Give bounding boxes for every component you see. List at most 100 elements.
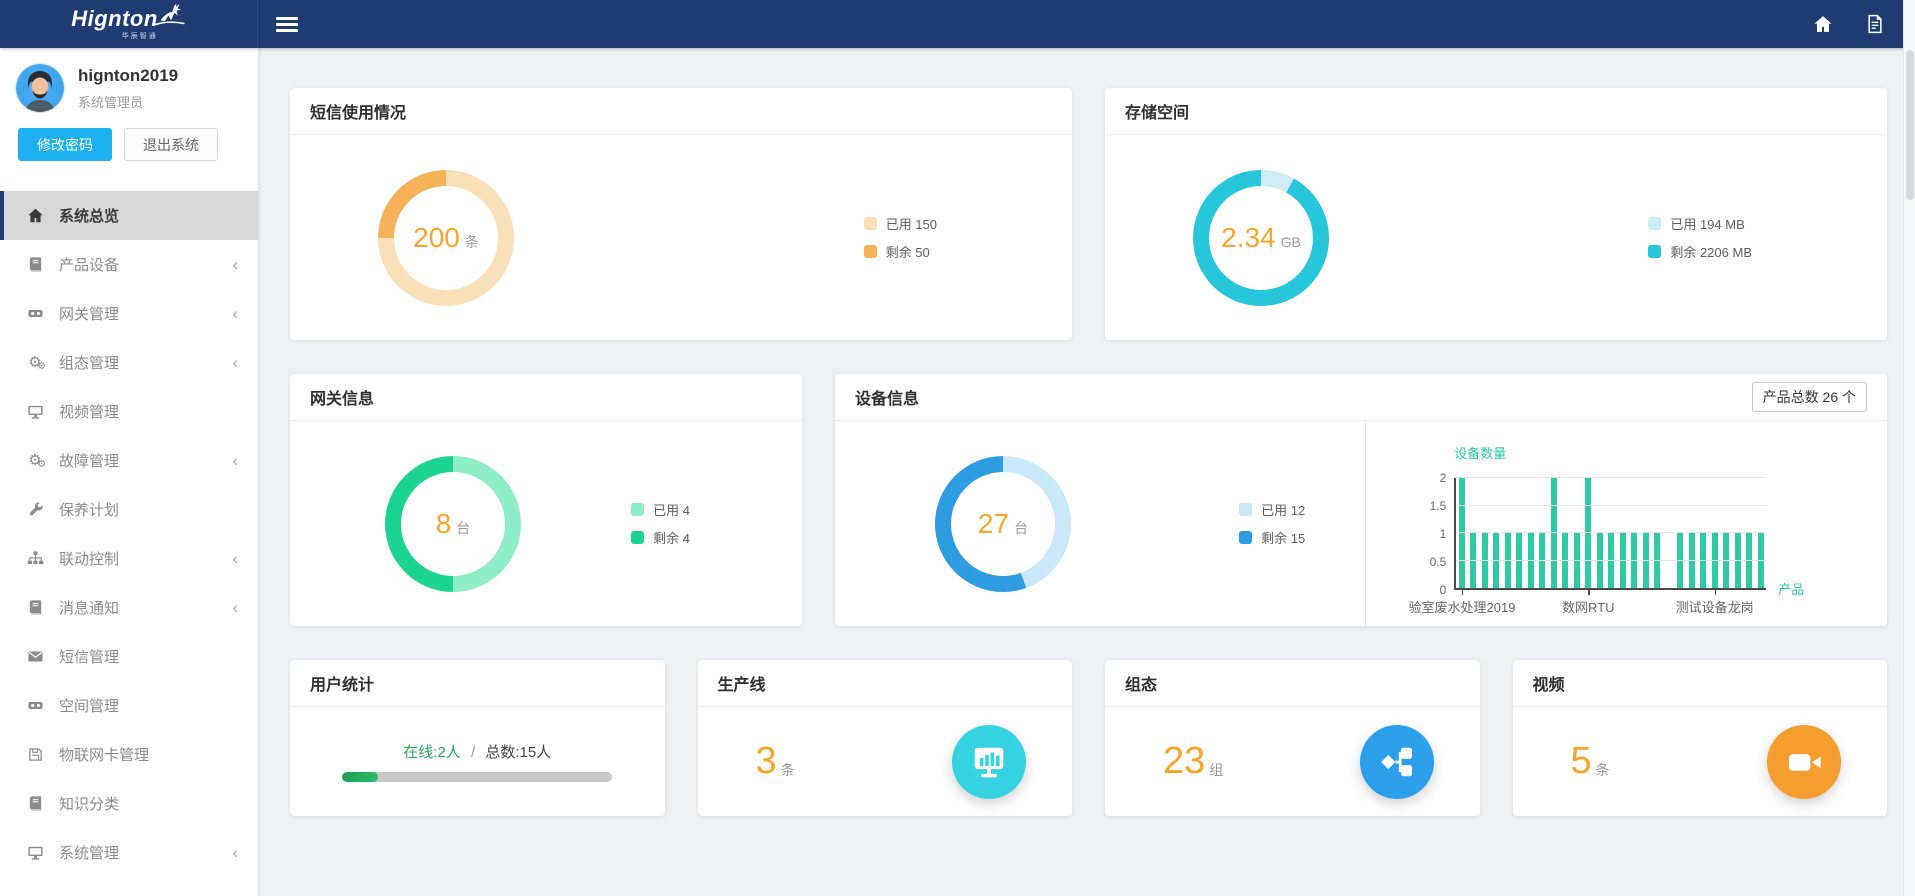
bar-chart-x-tick-label: 测试设备龙岗 (1676, 597, 1754, 616)
legend-swatch (1239, 503, 1252, 516)
bar (1686, 478, 1697, 588)
monitor-icon (24, 844, 46, 861)
bar (1594, 478, 1605, 588)
sidebar-item-sms-mgmt[interactable]: 短信管理 (0, 632, 258, 681)
flowchart-icon[interactable] (1360, 725, 1434, 799)
sidebar-item-space-mgmt[interactable]: 空间管理 (0, 681, 258, 730)
sms-legend: 已用 150 剩余 50 (864, 214, 937, 261)
scrollbar-thumb[interactable] (1906, 50, 1914, 200)
home-icon (24, 207, 46, 224)
card-title: 视频 (1513, 660, 1888, 707)
sidebar-item-knowledge-category[interactable]: 知识分类 (0, 779, 258, 828)
sidebar-item-message-notify[interactable]: 消息通知‹ (0, 583, 258, 632)
sms-usage-card: 短信使用情况 200 条 已用 150剩余 50 (290, 88, 1072, 340)
chevron-left-icon: ‹ (232, 549, 238, 569)
sidebar-item-fault-mgmt[interactable]: ⚙⚙故障管理‹ (0, 436, 258, 485)
sidebar-item-scada-mgmt[interactable]: ⚙⚙组态管理‹ (0, 338, 258, 387)
sidebar-item-label: 知识分类 (59, 793, 119, 814)
legend-swatch (1239, 531, 1252, 544)
sidebar-item-linkage-control[interactable]: 联动控制 ‹ (0, 534, 258, 583)
bar (1537, 478, 1548, 588)
brand-name: Hignton (71, 8, 158, 30)
card-title: 设备信息 (855, 385, 919, 409)
card-title: 组态 (1105, 660, 1480, 707)
dashboard-app: Hignton 华辰智通 hignton2019 系统管理员 修改 (0, 0, 1915, 896)
sidebar-item-label: 系统管理 (59, 842, 119, 863)
legend-row[interactable]: 剩余 50 (864, 242, 937, 261)
legend-row[interactable]: 已用 194 MB (1648, 214, 1752, 233)
bar-chart-x-tick-label: 验室废水处理2019 (1409, 597, 1516, 616)
legend-swatch (1648, 245, 1661, 258)
sidebar-item-label: 联动控制 (59, 548, 119, 569)
home-icon[interactable] (1813, 14, 1833, 34)
topbar-main (258, 0, 1915, 48)
card-title: 存储空间 (1105, 88, 1887, 135)
bar (1697, 478, 1708, 588)
sidebar: hignton2019 系统管理员 修改密码 退出系统 系统总览产品设备‹网关管… (0, 48, 258, 896)
chevron-left-icon: ‹ (232, 451, 238, 471)
progress-fill (342, 772, 378, 782)
avatar[interactable] (16, 64, 64, 112)
logout-button[interactable]: 退出系统 (124, 128, 218, 161)
sidebar-item-gateway-mgmt[interactable]: 网关管理‹ (0, 289, 258, 338)
production-count: 3 (756, 740, 777, 783)
sidebar-item-system-mgmt[interactable]: 系统管理‹ (0, 828, 258, 877)
gateway-legend: 已用 4 剩余 4 (631, 500, 690, 547)
bar-chart-y-tick-label: 0.5 (1430, 555, 1447, 569)
hamburger-icon[interactable] (276, 14, 298, 35)
bar-chart-title: 设备数量 (1454, 443, 1857, 462)
user-panel: hignton2019 系统管理员 修改密码 退出系统 (0, 48, 258, 181)
chevron-left-icon: ‹ (232, 255, 238, 275)
scrollbar[interactable] (1903, 0, 1915, 896)
sidebar-item-label: 系统总览 (59, 205, 119, 226)
sidebar-item-label: 空间管理 (59, 695, 119, 716)
legend-swatch (631, 531, 644, 544)
scada-count: 23 (1163, 740, 1205, 783)
user-role: 系统管理员 (78, 92, 178, 111)
bar (1640, 478, 1651, 588)
legend-row[interactable]: 已用 4 (631, 500, 690, 519)
legend-row[interactable]: 剩余 2206 MB (1648, 242, 1752, 261)
gateway-total: 8 (436, 508, 452, 540)
card-title: 短信使用情况 (290, 88, 1072, 135)
bar (1732, 478, 1743, 588)
storage-card: 存储空间 2.34 GB 已用 194 MB剩余 2206 MB (1105, 88, 1887, 340)
bar (1617, 478, 1628, 588)
monitor-icon (24, 403, 46, 420)
sms-total: 200 (413, 222, 460, 254)
device-info-card: 设备信息 产品总数 26 个 27 台 已用 12剩余 15 (835, 374, 1887, 626)
legend-row[interactable]: 剩余 4 (631, 528, 690, 547)
book-icon (24, 599, 46, 616)
online-users-progressbar (342, 772, 612, 782)
production-chart-icon[interactable] (952, 725, 1026, 799)
legend-row[interactable]: 已用 12 (1239, 500, 1305, 519)
bar (1663, 478, 1674, 588)
gears-icon: ⚙⚙ (24, 355, 46, 370)
device-unit: 台 (1014, 518, 1028, 538)
bar-chart-plot: 验室废水处理2019数网RTU测试设备龙岗 (1454, 478, 1766, 590)
bar-chart-x-tick-label: 数网RTU (1562, 597, 1614, 616)
legend-label: 已用 194 MB (1670, 214, 1744, 233)
online-users-text: 在线:2人 (403, 744, 461, 761)
main-content: 短信使用情况 200 条 已用 150剩余 50 存储空间 (258, 48, 1903, 896)
bar (1502, 478, 1513, 588)
legend-row[interactable]: 剩余 15 (1239, 528, 1305, 547)
change-password-button[interactable]: 修改密码 (18, 128, 112, 161)
sidebar-item-system-overview[interactable]: 系统总览 (0, 191, 258, 240)
video-camera-icon[interactable] (1767, 725, 1841, 799)
sidebar-item-label: 网关管理 (59, 303, 119, 324)
brand-logo[interactable]: Hignton 华辰智通 (0, 0, 258, 48)
sidebar-item-iot-card-mgmt[interactable]: 物联网卡管理 (0, 730, 258, 779)
storage-total: 2.34 (1221, 222, 1276, 254)
legend-row[interactable]: 已用 150 (864, 214, 937, 233)
product-total-badge[interactable]: 产品总数 26 个 (1752, 382, 1867, 412)
sidebar-item-maintenance-plan[interactable]: 保养计划 (0, 485, 258, 534)
document-icon[interactable] (1865, 14, 1885, 34)
sidebar-item-product-device[interactable]: 产品设备‹ (0, 240, 258, 289)
bar (1514, 478, 1525, 588)
total-users-text: 总数:15人 (485, 744, 551, 761)
sidebar-item-video-mgmt[interactable]: 视频管理 (0, 387, 258, 436)
bar-chart-y-tick-label: 1.5 (1430, 499, 1447, 513)
sidebar-item-label: 视频管理 (59, 401, 119, 422)
card-title: 生产线 (698, 660, 1073, 707)
